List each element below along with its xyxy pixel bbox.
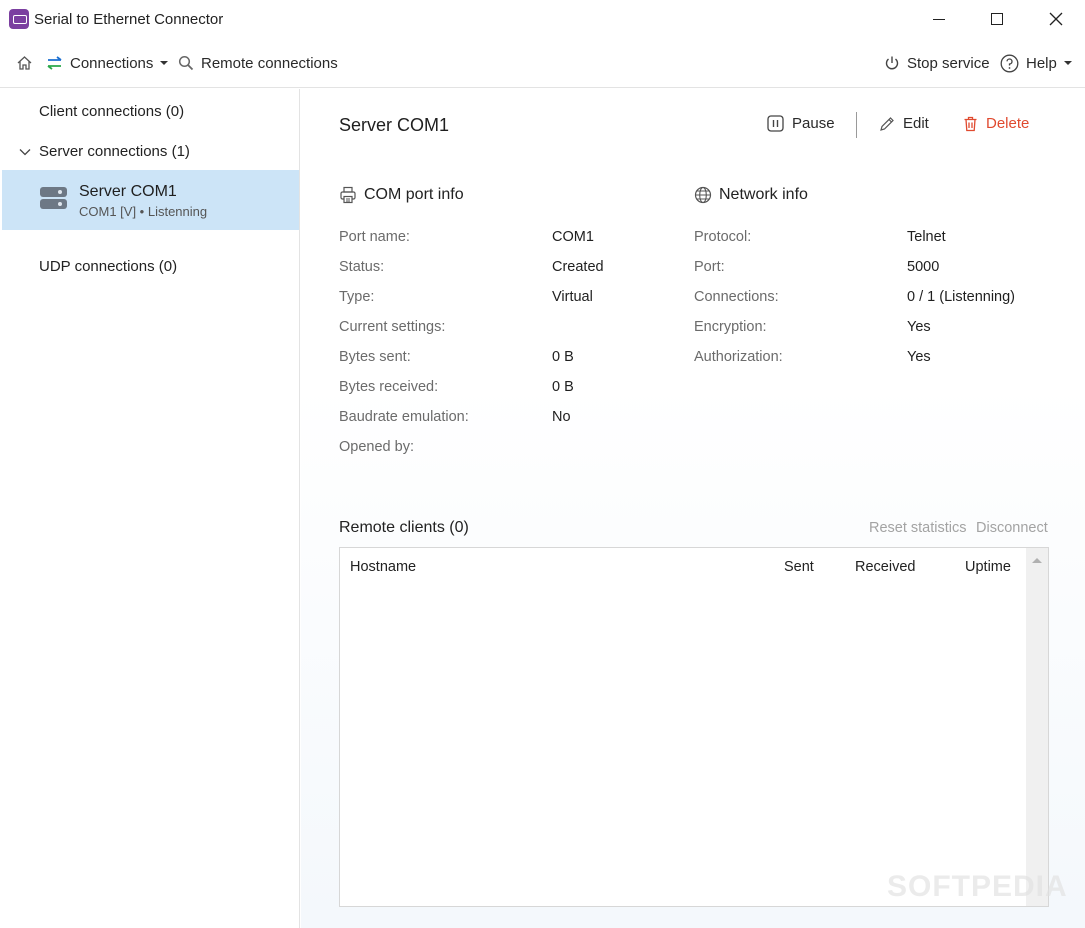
- baudrate-emulation-value: No: [552, 409, 571, 425]
- chevron-down-icon: [19, 148, 31, 155]
- baudrate-emulation-label: Baudrate emulation:: [339, 409, 469, 425]
- sidebar-group-label: Server connections (1): [39, 143, 190, 160]
- port-value: 5000: [907, 259, 940, 275]
- encryption-label: Encryption:: [694, 319, 767, 335]
- globe-icon: [694, 186, 712, 204]
- toolbar-divider: [856, 112, 857, 138]
- minimize-icon: [933, 18, 945, 20]
- remote-connections-button[interactable]: Remote connections: [178, 38, 338, 88]
- connections-menu[interactable]: Connections: [46, 38, 169, 88]
- authorization-value: Yes: [907, 349, 931, 365]
- remote-connections-label: Remote connections: [201, 54, 338, 72]
- connections-label: Connections:: [694, 289, 779, 305]
- trash-icon: [964, 116, 977, 131]
- bytes-sent-label: Bytes sent:: [339, 349, 411, 365]
- edit-label: Edit: [903, 115, 929, 132]
- disconnect-button[interactable]: Disconnect: [976, 520, 1048, 536]
- network-info-section: Network info: [694, 186, 808, 204]
- port-label: Port:: [694, 259, 725, 275]
- encryption-value: Yes: [907, 319, 931, 335]
- port-name-label: Port name:: [339, 229, 410, 245]
- title-bar: Serial to Ethernet Connector: [0, 0, 1085, 38]
- sidebar-item-name: Server COM1: [79, 183, 177, 200]
- com-port-info-section: COM port info: [339, 186, 464, 204]
- sidebar-item-client-connections[interactable]: Client connections (0): [39, 103, 338, 120]
- bytes-received-value: 0 B: [552, 379, 574, 395]
- printer-icon: [340, 186, 356, 204]
- minimize-button[interactable]: [910, 0, 968, 38]
- chevron-down-icon: [160, 61, 169, 65]
- column-header-sent[interactable]: Sent: [784, 559, 814, 575]
- edit-button[interactable]: Edit: [879, 115, 929, 132]
- details-panel: Server COM1 Pause Edit Delete COM port i…: [301, 89, 1085, 928]
- column-header-uptime[interactable]: Uptime: [965, 559, 1011, 575]
- close-icon: [1049, 12, 1063, 26]
- maximize-button[interactable]: [968, 0, 1026, 38]
- column-header-received[interactable]: Received: [855, 559, 915, 575]
- com-port-info-title: COM port info: [364, 186, 464, 203]
- stop-service-label: Stop service: [907, 54, 990, 72]
- type-value: Virtual: [552, 289, 593, 305]
- bytes-sent-value: 0 B: [552, 349, 574, 365]
- pencil-icon: [880, 116, 894, 131]
- pause-label: Pause: [792, 115, 835, 132]
- close-button[interactable]: [1027, 0, 1085, 38]
- sidebar-item-server-com1[interactable]: Server COM1 COM1 [V] • Listenning: [2, 170, 299, 230]
- help-label: Help: [1026, 54, 1057, 72]
- pause-button[interactable]: Pause: [767, 115, 835, 132]
- sidebar-item-udp-connections[interactable]: UDP connections (0): [39, 258, 338, 275]
- scroll-up-icon: [1032, 558, 1042, 563]
- stop-service-button[interactable]: Stop service: [884, 38, 990, 88]
- type-label: Type:: [339, 289, 375, 305]
- port-name-value: COM1: [552, 229, 594, 245]
- home-button[interactable]: [16, 38, 40, 88]
- protocol-value: Telnet: [907, 229, 946, 245]
- authorization-label: Authorization:: [694, 349, 783, 365]
- delete-button[interactable]: Delete: [963, 115, 1029, 132]
- network-info-title: Network info: [719, 186, 808, 203]
- help-icon: [1000, 54, 1019, 72]
- power-icon: [885, 56, 899, 70]
- status-value: Created: [552, 259, 604, 275]
- reset-statistics-button[interactable]: Reset statistics: [869, 520, 967, 536]
- remote-clients-table: Hostname Sent Received Uptime: [339, 547, 1049, 907]
- toolbar: Connections Remote connections Stop serv…: [0, 38, 1085, 88]
- delete-label: Delete: [986, 115, 1030, 132]
- search-icon: [178, 55, 194, 71]
- app-icon: [9, 9, 29, 29]
- sidebar-group-server-connections[interactable]: Server connections (1): [19, 143, 318, 160]
- status-label: Status:: [339, 259, 385, 275]
- server-icon: [40, 187, 67, 211]
- connections-label: Connections: [70, 54, 154, 72]
- bytes-received-label: Bytes received:: [339, 379, 439, 395]
- sidebar-item-subtitle: COM1 [V] • Listenning: [79, 204, 208, 219]
- chevron-down-icon: [1063, 61, 1072, 65]
- app-title: Serial to Ethernet Connector: [34, 11, 224, 28]
- maximize-icon: [991, 13, 1003, 25]
- column-header-hostname[interactable]: Hostname: [350, 559, 416, 575]
- current-settings-label: Current settings:: [339, 319, 446, 335]
- remote-clients-title: Remote clients (0): [339, 519, 469, 536]
- protocol-label: Protocol:: [694, 229, 752, 245]
- home-icon: [17, 56, 32, 70]
- vertical-scrollbar[interactable]: [1026, 548, 1048, 906]
- help-menu[interactable]: Help: [1000, 38, 1072, 88]
- connections-icon: [47, 56, 62, 70]
- pause-icon: [767, 115, 784, 132]
- connections-value: 0 / 1 (Listenning): [907, 289, 1016, 305]
- opened-by-label: Opened by:: [339, 439, 414, 455]
- watermark: SOFTPEDIA: [887, 870, 1068, 903]
- sidebar: Client connections (0) Server connection…: [0, 89, 300, 928]
- page-title: Server COM1: [339, 115, 450, 135]
